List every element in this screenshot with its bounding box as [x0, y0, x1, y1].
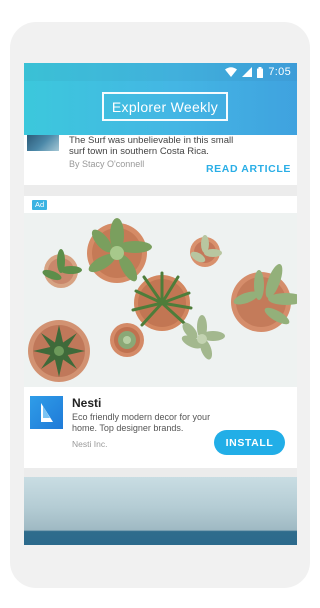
- install-button[interactable]: INSTALL: [214, 430, 285, 455]
- succulent-pots-illustration: [24, 213, 297, 387]
- phone-screen: 7:05 Explorer Weekly The Surf was unbeli…: [24, 63, 297, 545]
- article-thumbnail: [27, 135, 59, 151]
- article-card[interactable]: The Surf was unbelievable in this small …: [24, 135, 297, 185]
- ad-badge: Ad: [32, 200, 48, 210]
- app-title: Explorer Weekly: [111, 98, 219, 115]
- nesti-logo-icon: [30, 396, 63, 429]
- status-time: 7:05: [268, 66, 291, 78]
- ad-company: Nesti Inc.: [72, 439, 108, 449]
- article-author: By Stacy O'connell: [69, 159, 145, 169]
- app-title-box: Explorer Weekly: [102, 92, 228, 121]
- app-bar: 7:05 Explorer Weekly: [24, 63, 297, 135]
- battery-icon: [257, 66, 264, 78]
- ad-title: Nesti: [72, 396, 102, 410]
- article-snippet: The Surf was unbelievable in this small …: [69, 135, 234, 157]
- next-article-image[interactable]: [24, 477, 297, 545]
- ad-description: Eco friendly modern decor for your home.…: [72, 412, 211, 433]
- read-article-button[interactable]: READ ARTICLE: [206, 163, 291, 175]
- status-icons: 7:05: [225, 65, 291, 79]
- ad-image[interactable]: [24, 213, 297, 387]
- signal-icon: [242, 67, 253, 77]
- status-bar: 7:05: [24, 63, 297, 81]
- wifi-icon: [225, 67, 238, 77]
- ad-card[interactable]: Ad Nesti Eco friendly modern decor for y…: [24, 196, 297, 468]
